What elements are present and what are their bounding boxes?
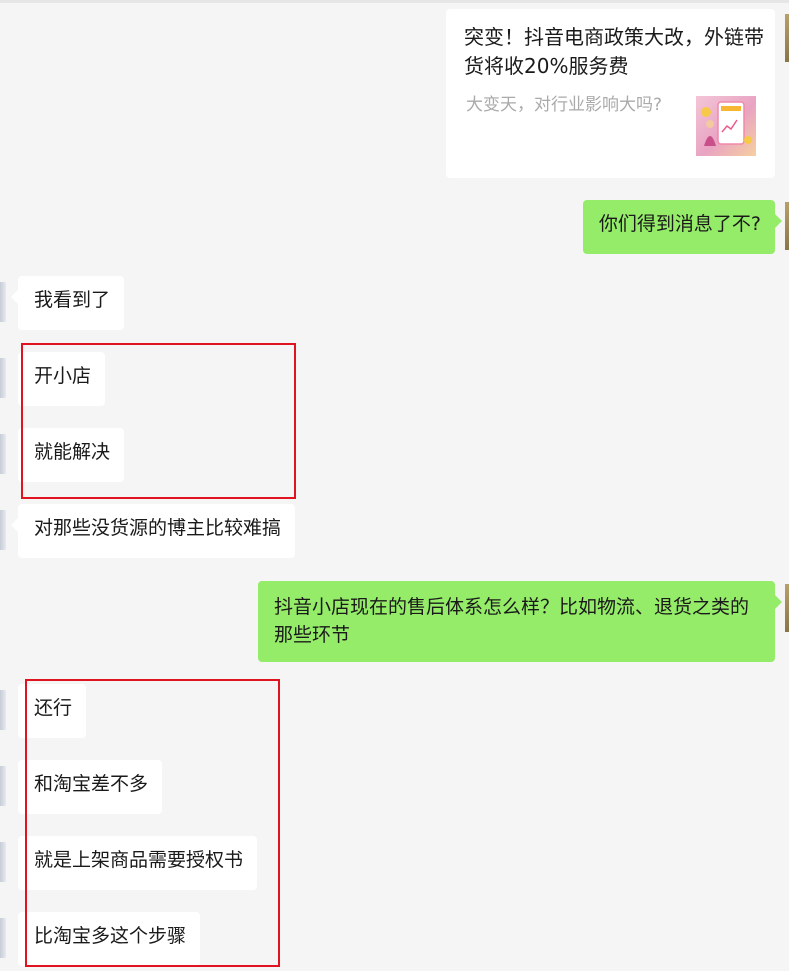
message-bubble-other[interactable]: 就能解决 bbox=[18, 428, 125, 482]
other-avatar[interactable] bbox=[0, 690, 6, 730]
article-card-title: 突变！抖音电商政策大改，外链带货将收20%服务费 bbox=[464, 25, 764, 78]
article-card-description: 大变天，对行业影响大吗? bbox=[466, 95, 663, 115]
message-bubble-other[interactable]: 还行 bbox=[18, 684, 87, 738]
message-bubble-other[interactable]: 我看到了 bbox=[10, 276, 125, 330]
message-text: 我看到了 bbox=[34, 289, 111, 311]
message-text: 就能解决 bbox=[34, 441, 111, 463]
other-avatar[interactable] bbox=[0, 434, 6, 474]
self-avatar[interactable] bbox=[785, 584, 789, 632]
message-bubble-other[interactable]: 就是上架商品需要授权书 bbox=[18, 836, 258, 890]
top-divider bbox=[0, 0, 789, 3]
message-bubble-other[interactable]: 开小店 bbox=[18, 352, 106, 406]
other-avatar[interactable] bbox=[0, 842, 6, 882]
other-avatar[interactable] bbox=[0, 766, 6, 806]
other-avatar[interactable] bbox=[0, 510, 6, 550]
message-bubble-self[interactable]: 你们得到消息了不? bbox=[582, 200, 783, 254]
article-card[interactable]: 突变！抖音电商政策大改，外链带货将收20%服务费 大变天，对行业影响大吗? bbox=[446, 9, 775, 178]
message-text: 就是上架商品需要授权书 bbox=[34, 849, 244, 871]
self-avatar[interactable] bbox=[785, 202, 789, 250]
message-text: 和淘宝差不多 bbox=[34, 773, 149, 795]
message-bubble-other[interactable]: 对那些没货源的博主比较难搞 bbox=[10, 504, 296, 558]
other-avatar[interactable] bbox=[0, 918, 6, 958]
message-text: 还行 bbox=[34, 697, 73, 719]
other-avatar[interactable] bbox=[0, 358, 6, 398]
message-text: 比淘宝多这个步骤 bbox=[34, 925, 187, 947]
message-bubble-other[interactable]: 和淘宝差不多 bbox=[18, 760, 163, 814]
message-text: 对那些没货源的博主比较难搞 bbox=[34, 517, 282, 539]
message-bubble-self[interactable]: 抖音小店现在的售后体系怎么样？比如物流、退货之类的那些环节 bbox=[258, 581, 782, 662]
message-bubble-other[interactable]: 比淘宝多这个步骤 bbox=[18, 912, 201, 966]
article-card-thumbnail-icon bbox=[696, 96, 756, 156]
message-text: 你们得到消息了不? bbox=[598, 213, 761, 235]
message-text: 抖音小店现在的售后体系怎么样？比如物流、退货之类的那些环节 bbox=[274, 596, 750, 646]
message-text: 开小店 bbox=[34, 365, 92, 387]
self-avatar[interactable] bbox=[785, 14, 789, 62]
other-avatar[interactable] bbox=[0, 282, 6, 322]
